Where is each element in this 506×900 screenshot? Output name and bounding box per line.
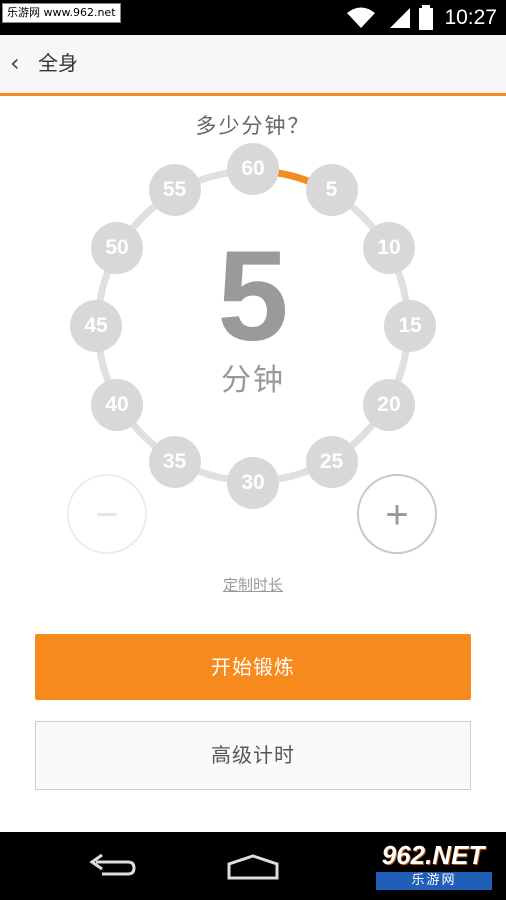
- dial-mark-25[interactable]: 25: [305, 435, 358, 488]
- page-title: 全身: [38, 51, 78, 75]
- advanced-timer-button[interactable]: 高级计时: [35, 721, 471, 790]
- dial-mark-60[interactable]: 60: [227, 143, 279, 195]
- dial-mark-20[interactable]: 20: [362, 378, 415, 431]
- navigation-bar: 962.NET 乐游网: [0, 832, 506, 900]
- dial-mark-10[interactable]: 10: [362, 221, 415, 274]
- logo-text: 962.NET: [381, 840, 485, 870]
- watermark: 乐游网 www.962.net: [2, 3, 121, 23]
- battery-icon: [419, 5, 433, 30]
- start-workout-button[interactable]: 开始锻炼: [35, 634, 471, 700]
- dial-mark-15[interactable]: 15: [384, 300, 436, 352]
- status-bar: 乐游网 www.962.net 10:27: [0, 0, 506, 35]
- selected-minutes: 5: [217, 225, 289, 368]
- question-label: 多少分钟？: [195, 114, 311, 138]
- dial-mark-50[interactable]: 50: [91, 221, 144, 274]
- back-button[interactable]: ‹: [10, 47, 20, 79]
- site-logo: 962.NET 乐游网: [368, 840, 498, 894]
- dial-mark-5[interactable]: 5: [305, 164, 358, 217]
- dial-mark-30[interactable]: 30: [227, 457, 279, 509]
- signal-icon: [390, 8, 410, 28]
- wifi-icon: [347, 7, 375, 28]
- home-nav-icon[interactable]: [226, 854, 280, 880]
- custom-duration-link[interactable]: 定制时长: [0, 574, 506, 595]
- clock: 10:27: [444, 6, 497, 29]
- dial-mark-40[interactable]: 40: [91, 378, 144, 431]
- logo-subtext: 乐游网: [376, 872, 492, 890]
- decrease-button[interactable]: −: [67, 474, 147, 554]
- back-nav-icon[interactable]: [88, 852, 136, 880]
- app-header: ‹ 全身: [0, 35, 506, 96]
- increase-button[interactable]: +: [357, 474, 437, 554]
- dial-mark-45[interactable]: 45: [70, 300, 122, 352]
- unit-label: 分钟: [221, 363, 285, 398]
- dial-mark-35[interactable]: 35: [148, 435, 201, 488]
- dial-mark-55[interactable]: 55: [148, 164, 201, 217]
